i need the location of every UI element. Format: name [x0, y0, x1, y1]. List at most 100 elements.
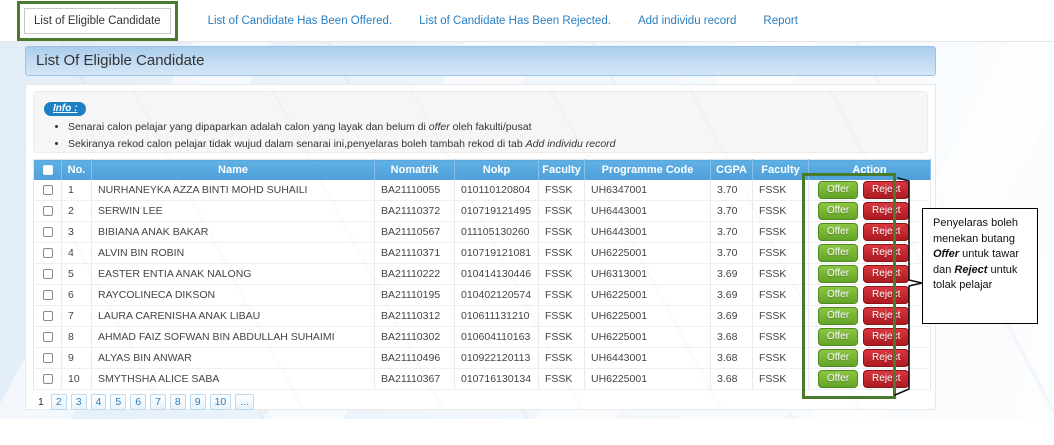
tab-list-of-candidate-has-been-rejected[interactable]: List of Candidate Has Been Rejected. — [419, 15, 611, 27]
offer-button[interactable]: Offer — [818, 286, 858, 304]
tab-list-of-candidate-has-been-offered[interactable]: List of Candidate Has Been Offered. — [208, 15, 393, 27]
cell-faculty: FSSK — [539, 180, 585, 201]
offer-button[interactable]: Offer — [818, 349, 858, 367]
column-header-cgpa: CGPA — [711, 160, 753, 180]
column-header-faculty: Faculty — [539, 160, 585, 180]
cell-cgpa: 3.68 — [711, 369, 753, 390]
offer-button[interactable]: Offer — [818, 223, 858, 241]
cell-programme_code: UH6443001 — [585, 348, 711, 369]
row-checkbox[interactable] — [43, 353, 53, 363]
offer-button[interactable]: Offer — [818, 244, 858, 262]
offer-button[interactable]: Offer — [818, 370, 858, 388]
row-checkbox[interactable] — [43, 185, 53, 195]
page-link-9[interactable]: 9 — [190, 394, 206, 410]
row-checkbox[interactable] — [43, 248, 53, 258]
row-checkbox[interactable] — [43, 206, 53, 216]
row-checkbox[interactable] — [43, 269, 53, 279]
row-checkbox[interactable] — [43, 332, 53, 342]
cell-name: LAURA CARENISHA ANAK LIBAU — [92, 306, 375, 327]
column-header-action: Action — [809, 160, 931, 180]
reject-button[interactable]: Reject — [863, 286, 909, 304]
cell-faculty2: FSSK — [753, 180, 809, 201]
cell-name: SERWIN LEE — [92, 201, 375, 222]
cell-programme_code: UH6347001 — [585, 180, 711, 201]
cell-no: 2 — [62, 201, 92, 222]
table-row: 2SERWIN LEEBA21110372010719121495FSSKUH6… — [34, 201, 931, 222]
cell-nomatrik: BA21110195 — [375, 285, 455, 306]
cell-cgpa: 3.70 — [711, 222, 753, 243]
page-link-7[interactable]: 7 — [150, 394, 166, 410]
cell-no: 3 — [62, 222, 92, 243]
cell-faculty: FSSK — [539, 369, 585, 390]
reject-button[interactable]: Reject — [863, 349, 909, 367]
cell-no: 6 — [62, 285, 92, 306]
table-row: 1NURHANEYKA AZZA BINTI MOHD SUHAILIBA211… — [34, 180, 931, 201]
tab-add-individu-record[interactable]: Add individu record — [638, 15, 736, 27]
cell-faculty2: FSSK — [753, 369, 809, 390]
cell-nomatrik: BA21110222 — [375, 264, 455, 285]
column-header-no: No. — [62, 160, 92, 180]
table-row: 3BIBIANA ANAK BAKARBA2111056701110513026… — [34, 222, 931, 243]
column-header-programme-code: Programme Code — [585, 160, 711, 180]
cell-nomatrik: BA21110302 — [375, 327, 455, 348]
cell-nokp: 010402120574 — [455, 285, 539, 306]
offer-button[interactable]: Offer — [818, 265, 858, 283]
table-header-row: No.NameNomatrikNokpFacultyProgramme Code… — [34, 160, 931, 180]
cell-nokp: 010719121495 — [455, 201, 539, 222]
cell-nokp: 010611131210 — [455, 306, 539, 327]
cell-faculty2: FSSK — [753, 243, 809, 264]
cell-faculty: FSSK — [539, 327, 585, 348]
tab-bar: List of Eligible Candidate List of Candid… — [0, 0, 1054, 42]
page-link-4[interactable]: 4 — [91, 394, 107, 410]
column-header-nokp: Nokp — [455, 160, 539, 180]
reject-button[interactable]: Reject — [863, 244, 909, 262]
cell-cgpa: 3.68 — [711, 327, 753, 348]
cell-programme_code: UH6443001 — [585, 201, 711, 222]
cell-faculty2: FSSK — [753, 264, 809, 285]
page-link-6[interactable]: 6 — [130, 394, 146, 410]
reject-button[interactable]: Reject — [863, 370, 909, 388]
cell-no: 8 — [62, 327, 92, 348]
row-checkbox[interactable] — [43, 227, 53, 237]
cell-cgpa: 3.69 — [711, 264, 753, 285]
cell-name: AHMAD FAIZ SOFWAN BIN ABDULLAH SUHAIMI — [92, 327, 375, 348]
reject-button[interactable]: Reject — [863, 202, 909, 220]
cell-programme_code: UH6225001 — [585, 369, 711, 390]
annotation-note: Penyelaras boleh menekan butang Offer un… — [922, 208, 1038, 324]
reject-button[interactable]: Reject — [863, 223, 909, 241]
page-link-8[interactable]: 8 — [170, 394, 186, 410]
tab-list-of-eligible-candidate[interactable]: List of Eligible Candidate — [24, 8, 171, 34]
cell-name: ALYAS BIN ANWAR — [92, 348, 375, 369]
row-checkbox[interactable] — [43, 311, 53, 321]
cell-nokp: 011105130260 — [455, 222, 539, 243]
page-link-2[interactable]: 2 — [51, 394, 67, 410]
offer-button[interactable]: Offer — [818, 202, 858, 220]
page-link-10[interactable]: 10 — [210, 394, 232, 410]
page-link-3[interactable]: 3 — [71, 394, 87, 410]
cell-nokp: 010414130446 — [455, 264, 539, 285]
reject-button[interactable]: Reject — [863, 307, 909, 325]
table-row: 7LAURA CARENISHA ANAK LIBAUBA21110312010… — [34, 306, 931, 327]
reject-button[interactable]: Reject — [863, 328, 909, 346]
table-row: 6RAYCOLINECA DIKSONBA2111019501040212057… — [34, 285, 931, 306]
info-badge: Info : — [44, 102, 86, 116]
page-link-more[interactable]: ... — [235, 394, 254, 410]
tab-report[interactable]: Report — [763, 15, 798, 27]
row-checkbox[interactable] — [43, 374, 53, 384]
offer-button[interactable]: Offer — [818, 328, 858, 346]
cell-cgpa: 3.68 — [711, 348, 753, 369]
page-link-5[interactable]: 5 — [110, 394, 126, 410]
select-all-checkbox[interactable] — [43, 165, 53, 175]
column-header-faculty: Faculty — [753, 160, 809, 180]
offer-button[interactable]: Offer — [818, 307, 858, 325]
cell-faculty: FSSK — [539, 222, 585, 243]
row-checkbox[interactable] — [43, 290, 53, 300]
cell-cgpa: 3.69 — [711, 285, 753, 306]
cell-cgpa: 3.70 — [711, 201, 753, 222]
cell-nomatrik: BA21110055 — [375, 180, 455, 201]
cell-no: 10 — [62, 369, 92, 390]
table-row: 8AHMAD FAIZ SOFWAN BIN ABDULLAH SUHAIMIB… — [34, 327, 931, 348]
offer-button[interactable]: Offer — [818, 181, 858, 199]
reject-button[interactable]: Reject — [863, 265, 909, 283]
reject-button[interactable]: Reject — [863, 181, 909, 199]
